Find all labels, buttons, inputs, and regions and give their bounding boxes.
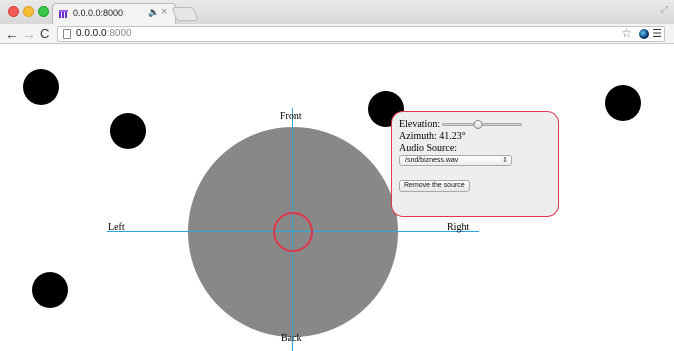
source-settings-panel: Elevation: Azimuth: 41.23° Audio Source:… <box>391 111 559 217</box>
reload-icon[interactable]: C <box>40 25 49 43</box>
elevation-slider[interactable] <box>442 120 522 129</box>
speaker-icon: 🔈 <box>148 7 160 17</box>
left-label: Left <box>108 222 125 233</box>
back-label: Back <box>281 333 302 344</box>
elevation-slider-thumb[interactable] <box>473 120 483 129</box>
minimize-window-button[interactable] <box>23 6 34 17</box>
page-content: Front Left Right Back Elevation: Azimuth… <box>0 44 674 351</box>
browser-toolbar: ← → C 0.0.0.0:8000 ☆ ☰ <box>0 24 674 44</box>
listener-marker[interactable] <box>273 212 313 252</box>
front-label: Front <box>280 111 302 122</box>
favicon-icon <box>59 10 68 18</box>
right-label: Right <box>447 222 470 233</box>
remove-source-button[interactable]: Remove the source <box>399 180 470 192</box>
sound-source-dot[interactable] <box>605 85 641 121</box>
select-arrows-icon: ⇕ <box>502 157 508 164</box>
address-bar[interactable]: 0.0.0.0:8000 ☆ ☰ <box>57 26 665 42</box>
close-window-button[interactable] <box>8 6 19 17</box>
close-icon[interactable]: × <box>161 6 167 18</box>
fullscreen-icon[interactable]: ⤢ <box>661 4 668 15</box>
audio-source-value: /snd/bizness.wav <box>405 157 459 164</box>
page-icon <box>63 29 71 39</box>
audio-source-select[interactable]: /snd/bizness.wav ⇕ <box>399 155 512 166</box>
browser-titlebar: 0.0.0.0:8000 🔈 × ⤢ <box>0 0 674 24</box>
azimuth-text: Azimuth: 41.23° <box>399 131 466 142</box>
sound-source-dot[interactable] <box>32 272 68 308</box>
zoom-window-button[interactable] <box>38 6 49 17</box>
sound-source-dot[interactable] <box>23 69 59 105</box>
url-text: 0.0.0.0:8000 <box>76 28 132 39</box>
elevation-label: Elevation: <box>399 119 441 130</box>
sound-source-dot[interactable] <box>110 113 146 149</box>
menu-icon[interactable]: ☰ <box>652 27 662 40</box>
bookmark-star-icon[interactable]: ☆ <box>621 26 632 40</box>
audio-source-label: Audio Source: <box>399 143 458 154</box>
browser-tab[interactable]: 0.0.0.0:8000 🔈 × <box>52 3 176 24</box>
tab-title: 0.0.0.0:8000 <box>73 8 124 18</box>
forward-icon[interactable]: → <box>22 25 36 43</box>
new-tab-button[interactable] <box>171 7 199 21</box>
back-icon[interactable]: ← <box>5 25 19 43</box>
extension-icon[interactable] <box>639 29 649 39</box>
